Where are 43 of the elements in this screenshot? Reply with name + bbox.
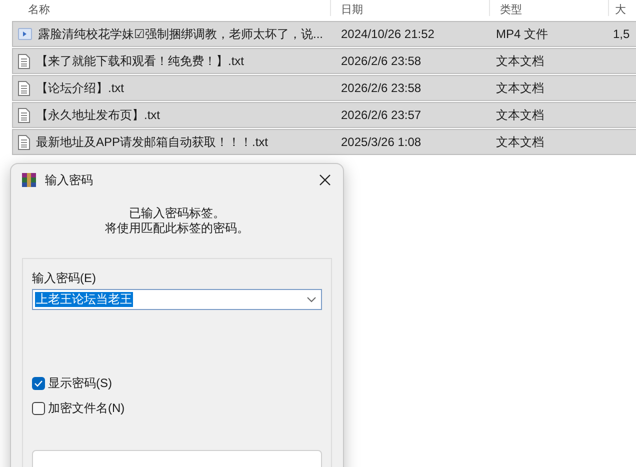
checkbox[interactable] bbox=[32, 402, 45, 414]
file-name: 最新地址及APP请发邮箱自动获取！！！.txt bbox=[36, 134, 268, 151]
file-row[interactable]: 【来了就能下载和观看！纯免费！】.txt 2026/2/6 23:58 文本文档 bbox=[12, 48, 636, 74]
file-type: 文本文档 bbox=[495, 134, 545, 151]
file-type: MP4 文件 bbox=[495, 26, 550, 43]
video-file-icon bbox=[18, 28, 32, 40]
checkbox-label: 显示密码(S) bbox=[48, 375, 112, 392]
dialog-title: 输入密码 bbox=[45, 172, 94, 189]
column-header[interactable]: 类型 bbox=[490, 5, 608, 16]
file-row[interactable]: 最新地址及APP请发邮箱自动获取！！！.txt 2025/3/26 1:08 文本文档 bbox=[12, 129, 636, 155]
dialog-message: 将使用匹配此标签的密码。 bbox=[105, 221, 249, 236]
file-type: 文本文档 bbox=[495, 80, 545, 97]
file-row[interactable]: 露脸清纯校花学妹☑强制捆绑调教，老师太坏了，说... 2024/10/26 21:52 MP4 文件 1,5 bbox=[12, 21, 636, 47]
column-header[interactable]: 大 bbox=[609, 5, 626, 16]
file-type: 文本文档 bbox=[495, 107, 545, 124]
file-name: 【永久地址发布页】.txt bbox=[36, 107, 160, 124]
document-icon bbox=[18, 108, 30, 122]
file-name: 【论坛介绍】.txt bbox=[36, 80, 124, 97]
file-name: 露脸清纯校花学妹☑强制捆绑调教，老师太坏了，说... bbox=[38, 26, 324, 43]
file-row[interactable]: 【论坛介绍】.txt 2026/2/6 23:58 文本文档 bbox=[12, 75, 636, 101]
file-name: 【来了就能下载和观看！纯免费！】.txt bbox=[36, 53, 244, 70]
column-header[interactable]: 日期 bbox=[331, 5, 489, 16]
file-date: 2024/10/26 21:52 bbox=[340, 26, 436, 43]
file-type: 文本文档 bbox=[495, 53, 545, 70]
file-date: 2026/2/6 23:58 bbox=[340, 80, 422, 97]
file-date: 2026/2/6 23:58 bbox=[340, 53, 422, 70]
password-combobox[interactable]: 上老王论坛当老王 bbox=[32, 289, 322, 310]
checkbox-label: 加密文件名(N) bbox=[48, 400, 125, 417]
file-date: 2026/2/6 23:57 bbox=[340, 107, 422, 124]
dialog-message: 已输入密码标签。 bbox=[129, 206, 225, 221]
checkmark-icon bbox=[34, 380, 43, 386]
file-size: 1,5 bbox=[612, 26, 630, 43]
close-icon[interactable] bbox=[319, 174, 331, 186]
document-icon bbox=[18, 134, 30, 150]
file-row[interactable]: 【永久地址发布页】.txt 2026/2/6 23:57 文本文档 bbox=[12, 102, 636, 128]
column-header[interactable]: 名称 bbox=[0, 5, 330, 16]
file-date: 2025/3/26 1:08 bbox=[340, 134, 422, 151]
document-icon bbox=[18, 80, 30, 96]
document-icon bbox=[18, 54, 30, 68]
archive-app-icon bbox=[21, 172, 37, 188]
checkbox[interactable] bbox=[32, 376, 45, 390]
dropdown-caret-icon bbox=[307, 296, 316, 302]
password-label: 输入密码(E) bbox=[32, 270, 97, 287]
